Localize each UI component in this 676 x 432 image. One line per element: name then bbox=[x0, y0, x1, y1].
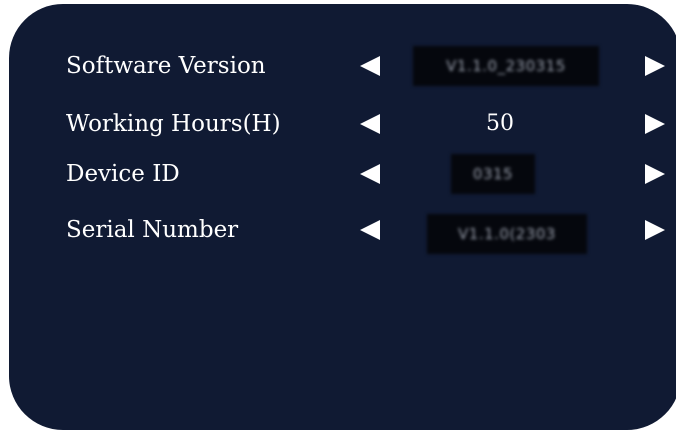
device-id-label: Device ID bbox=[66, 161, 180, 187]
left-triangle-icon[interactable] bbox=[360, 220, 380, 240]
software-version-row: Software Version V1.1.0_230315 bbox=[0, 46, 676, 86]
left-triangle-icon[interactable] bbox=[360, 164, 380, 184]
working-hours-value: 50 bbox=[486, 111, 514, 136]
software-version-value: V1.1.0_230315 bbox=[413, 46, 599, 86]
serial-number-value: V1.1.0(2303 bbox=[427, 214, 587, 254]
software-version-label: Software Version bbox=[66, 53, 266, 79]
working-hours-label: Working Hours(H) bbox=[66, 111, 281, 137]
right-triangle-icon[interactable] bbox=[645, 220, 665, 240]
left-triangle-icon[interactable] bbox=[360, 56, 380, 76]
device-id-row: Device ID 0315 bbox=[0, 154, 676, 194]
serial-number-label: Serial Number bbox=[66, 217, 239, 243]
right-triangle-icon[interactable] bbox=[645, 56, 665, 76]
right-triangle-icon[interactable] bbox=[645, 164, 665, 184]
serial-number-row: Serial Number V1.1.0(2303 bbox=[0, 210, 676, 254]
left-triangle-icon[interactable] bbox=[360, 114, 380, 134]
device-id-value: 0315 bbox=[451, 154, 535, 194]
right-triangle-icon[interactable] bbox=[645, 114, 665, 134]
working-hours-row: Working Hours(H) 50 bbox=[0, 104, 676, 144]
